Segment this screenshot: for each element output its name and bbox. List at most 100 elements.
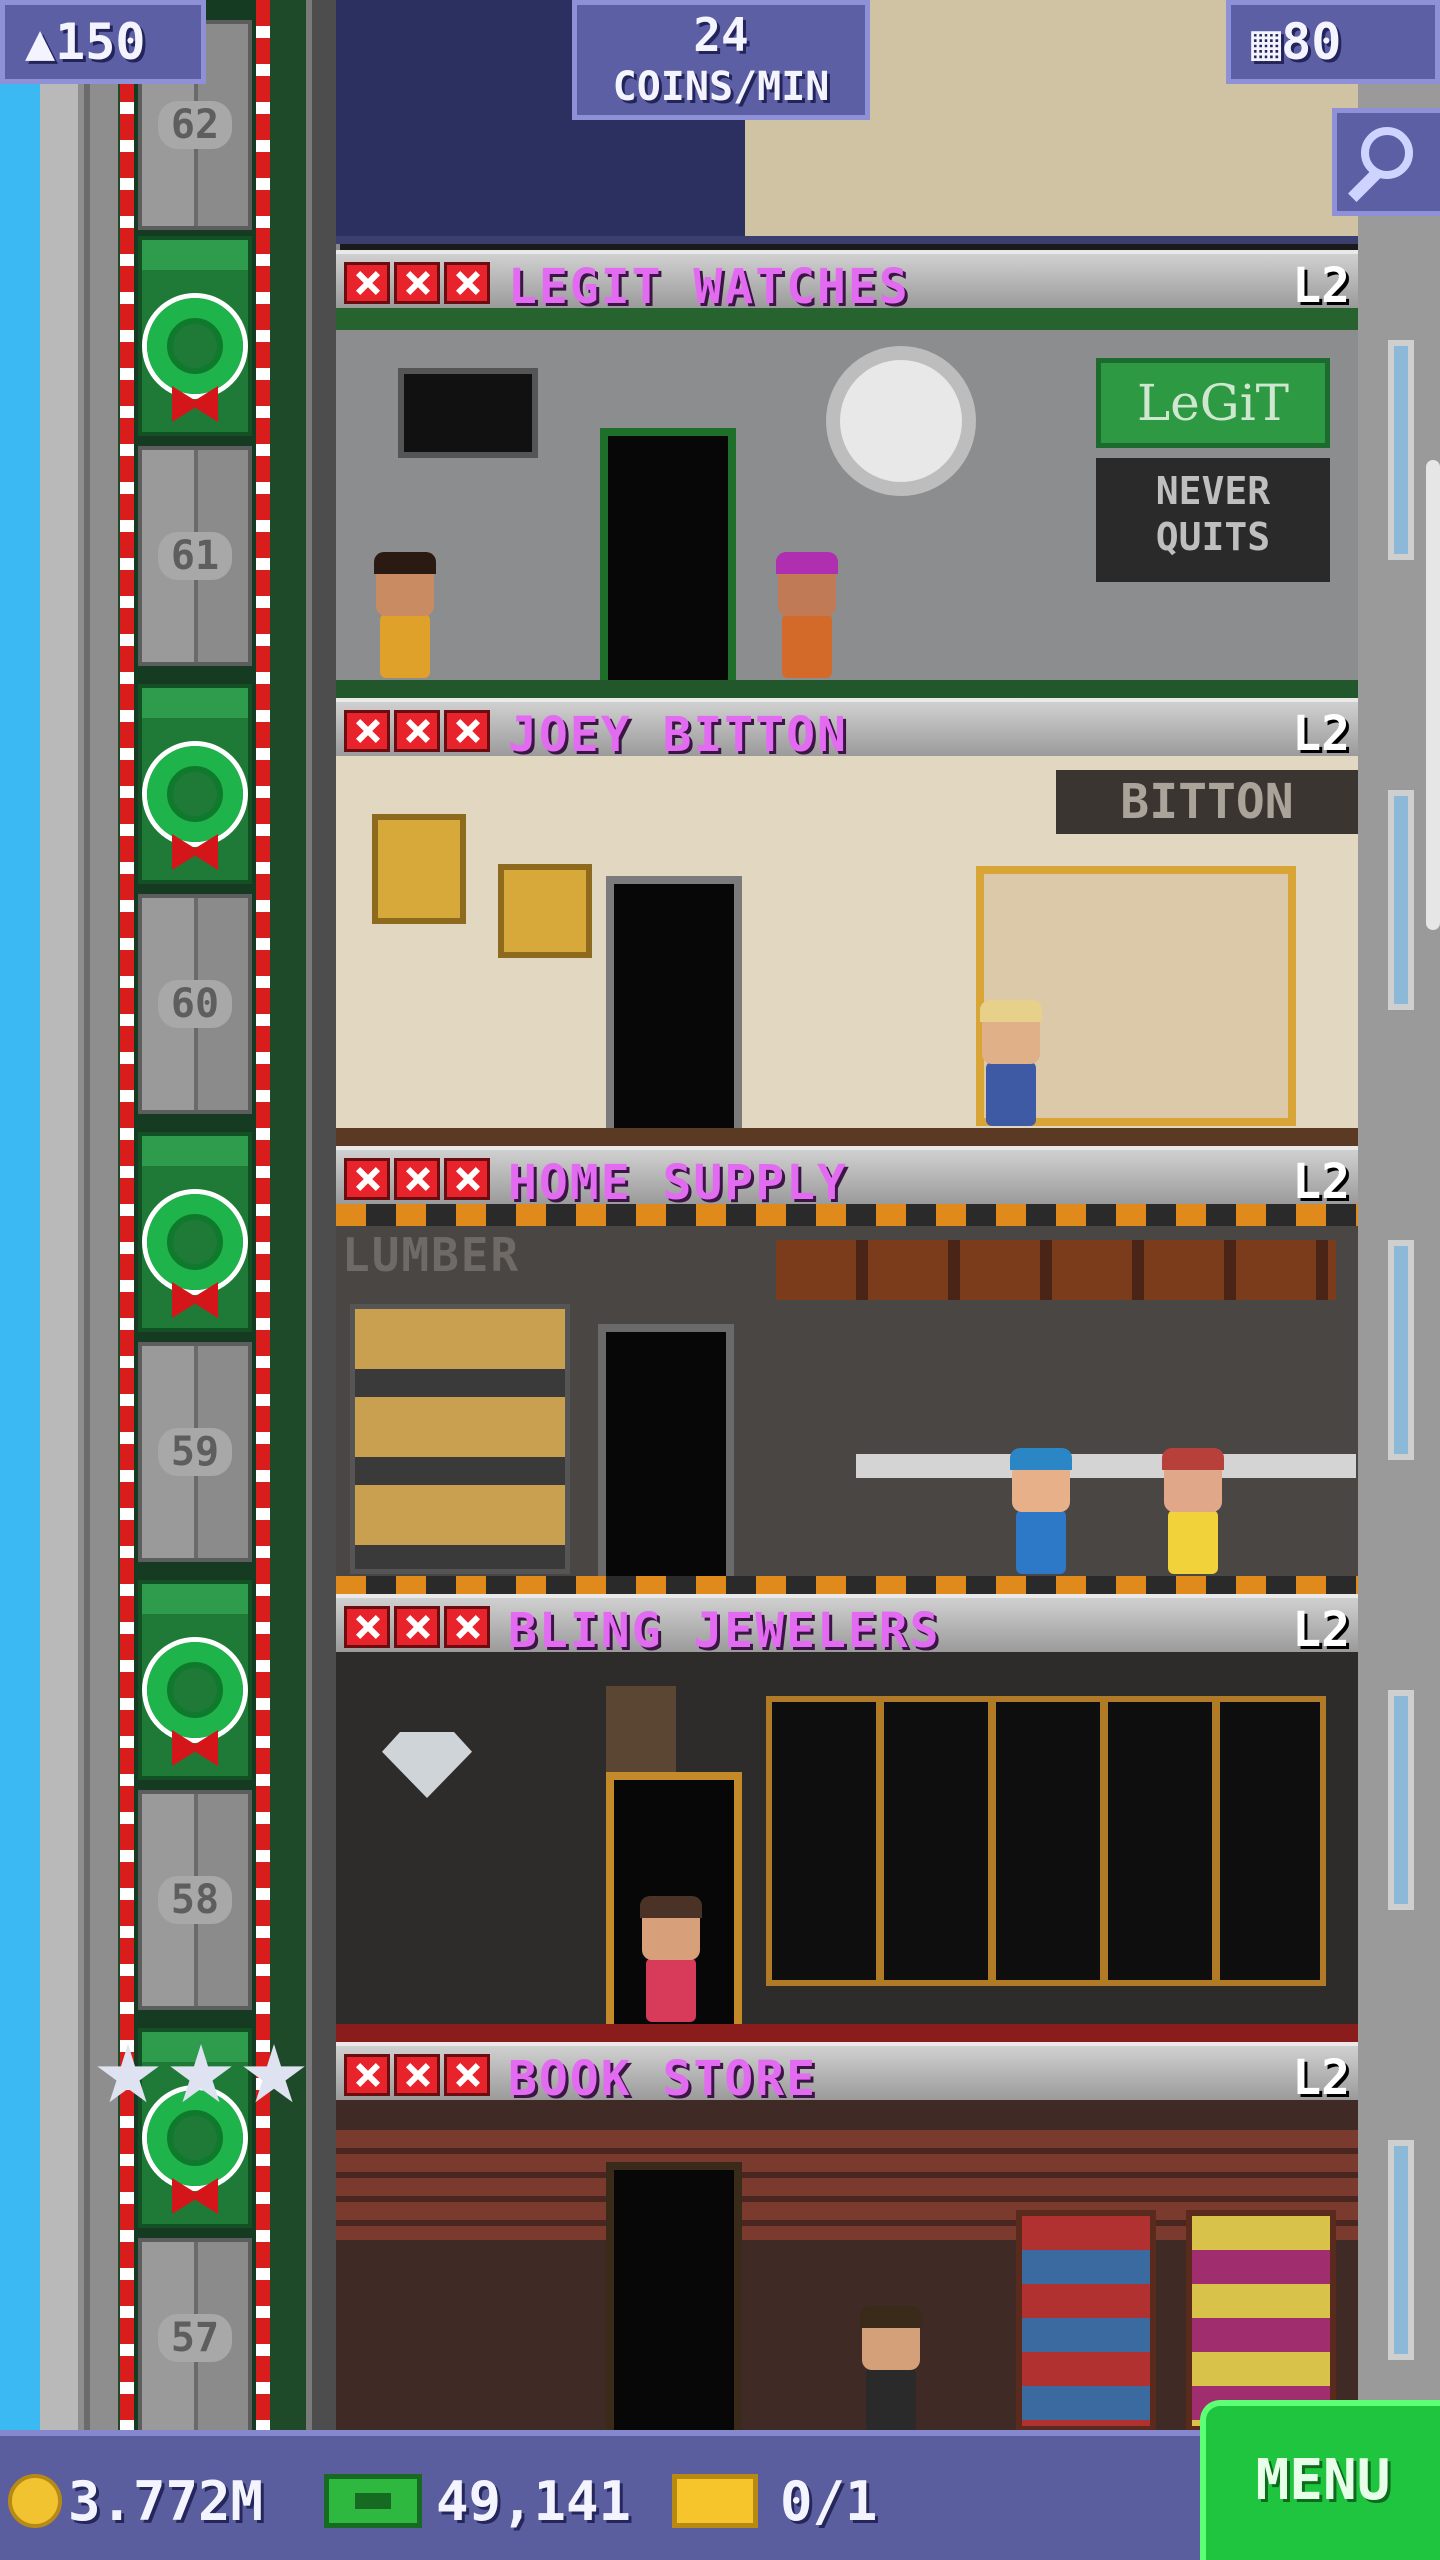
empty-stock-icon — [394, 1158, 440, 1200]
elevator-floor-cell[interactable]: 57 — [138, 2238, 252, 2438]
tickets-display[interactable]: 0/1 — [672, 2466, 878, 2536]
store-interior: LUMBER — [336, 1204, 1358, 1594]
store-door — [606, 876, 742, 1146]
store-level: L2 — [1292, 2050, 1350, 2106]
store-level: L2 — [1292, 706, 1350, 762]
wreath-icon — [147, 746, 243, 842]
floor-home-supply[interactable]: HOME SUPPLY L2 LUMBER — [336, 1146, 1358, 1594]
elevator-wreath-cell — [138, 236, 252, 436]
building-window — [1388, 340, 1414, 560]
coins-rate-panel: 24 COINS/MIN — [572, 0, 870, 120]
store-door — [600, 428, 736, 698]
bux-icon — [324, 2474, 422, 2528]
empty-stock-icon — [344, 2054, 390, 2096]
store-name: BOOK STORE — [508, 2051, 817, 2107]
clock-icon — [826, 346, 976, 496]
floor-header: BOOK STORE L2 — [336, 2042, 1358, 2107]
population-value: 150 — [55, 13, 146, 71]
empty-stock-icon — [444, 2054, 490, 2096]
building-window — [1388, 2140, 1414, 2360]
building-window — [1388, 790, 1414, 1010]
building-window — [1388, 1240, 1414, 1460]
brand-sign: LeGiT — [1096, 358, 1330, 448]
empty-stock-icon — [344, 262, 390, 304]
brand-sign: LUMBER — [342, 1228, 521, 1282]
resident[interactable] — [976, 1000, 1046, 1126]
empty-stock-icon — [444, 710, 490, 752]
floor-legit-watches[interactable]: LEGIT WATCHES L2 LeGiT NEVER QUITS — [336, 250, 1358, 698]
store-interior — [336, 1652, 1358, 2042]
star-icon — [243, 2044, 305, 2103]
population-counter[interactable]: ▲150 — [0, 0, 206, 84]
resident[interactable] — [1158, 1448, 1228, 1574]
bux-display[interactable]: 49,141 — [324, 2466, 631, 2536]
empty-stock-icon — [444, 1606, 490, 1648]
empty-stock-icon — [344, 1158, 390, 1200]
elevator-wreath-cell — [138, 684, 252, 884]
empty-stock-icon — [394, 1606, 440, 1648]
store-name: BLING JEWELERS — [508, 1603, 941, 1659]
ticket-icon — [672, 2474, 758, 2528]
search-button[interactable] — [1332, 108, 1440, 216]
brand-sign: BITTON — [1056, 770, 1358, 834]
resident[interactable] — [636, 1896, 706, 2022]
store-name: LEGIT WATCHES — [508, 259, 910, 315]
menu-button[interactable]: MENU — [1200, 2400, 1440, 2560]
empty-stock-icon — [344, 1606, 390, 1648]
floor-header: JOEY BITTON L2 — [336, 698, 1358, 763]
elevator-star-rating — [96, 2044, 306, 2108]
empty-stock-icon — [394, 262, 440, 304]
building-left-edge — [306, 0, 336, 2440]
tickets-value: 0/1 — [780, 2469, 878, 2533]
empty-stock-icon — [444, 1158, 490, 1200]
scroll-handle[interactable] — [1426, 460, 1440, 930]
coin-icon — [8, 2474, 62, 2528]
floor-bling-jewelers[interactable]: BLING JEWELERS L2 — [336, 1594, 1358, 2042]
empty-stock-icon — [394, 2054, 440, 2096]
resident[interactable] — [1006, 1448, 1076, 1574]
floors-icon: ▦ — [1251, 13, 1282, 71]
resident[interactable] — [772, 552, 842, 678]
floor-number: 57 — [158, 2314, 232, 2362]
resident[interactable] — [370, 552, 440, 678]
resident[interactable] — [856, 2306, 926, 2432]
coins-value: 3.772M — [68, 2469, 264, 2533]
coins-display[interactable]: 3.772M — [8, 2466, 263, 2536]
floor-number: 61 — [158, 532, 232, 580]
floors-value: 80 — [1281, 13, 1342, 71]
floor-number: 59 — [158, 1428, 232, 1476]
store-interior: LeGiT NEVER QUITS — [336, 308, 1358, 698]
store-name: HOME SUPPLY — [508, 1155, 848, 1211]
coins-rate-unit: COINS/MIN — [612, 64, 830, 110]
elevator-floor-cell[interactable]: 61 — [138, 446, 252, 666]
diamond-icon — [382, 1732, 472, 1798]
star-icon — [97, 2044, 159, 2103]
bux-value: 49,141 — [436, 2469, 632, 2533]
stock-status — [344, 262, 490, 304]
store-level: L2 — [1292, 1602, 1350, 1658]
store-name: JOEY BITTON — [508, 707, 848, 763]
stock-status — [344, 1606, 490, 1648]
floor-header: BLING JEWELERS L2 — [336, 1594, 1358, 1659]
floor-book-store[interactable]: BOOK STORE L2 — [336, 2042, 1358, 2432]
floor-number: 58 — [158, 1876, 232, 1924]
floor-header: LEGIT WATCHES L2 — [336, 250, 1358, 315]
building-window — [1388, 1690, 1414, 1910]
store-level: L2 — [1292, 1154, 1350, 1210]
slogan-sign: NEVER QUITS — [1096, 458, 1330, 582]
elevator-floor-cell[interactable]: 59 — [138, 1342, 252, 1562]
store-interior: BITTON — [336, 756, 1358, 1146]
floor-header: HOME SUPPLY L2 — [336, 1146, 1358, 1211]
floor-number: 62 — [158, 101, 232, 149]
elevator-floor-cell[interactable]: 60 — [138, 894, 252, 1114]
empty-stock-icon — [444, 262, 490, 304]
elevator-floor-cell[interactable]: 58 — [138, 1790, 252, 2010]
wreath-icon — [147, 1642, 243, 1738]
empty-stock-icon — [344, 710, 390, 752]
population-icon: ▲ — [25, 13, 56, 71]
stock-status — [344, 2054, 490, 2096]
store-interior — [336, 2100, 1358, 2432]
floor-counter[interactable]: ▦80 — [1226, 0, 1440, 84]
floor-joey-bitton[interactable]: JOEY BITTON L2 BITTON — [336, 698, 1358, 1146]
store-level: L2 — [1292, 258, 1350, 314]
